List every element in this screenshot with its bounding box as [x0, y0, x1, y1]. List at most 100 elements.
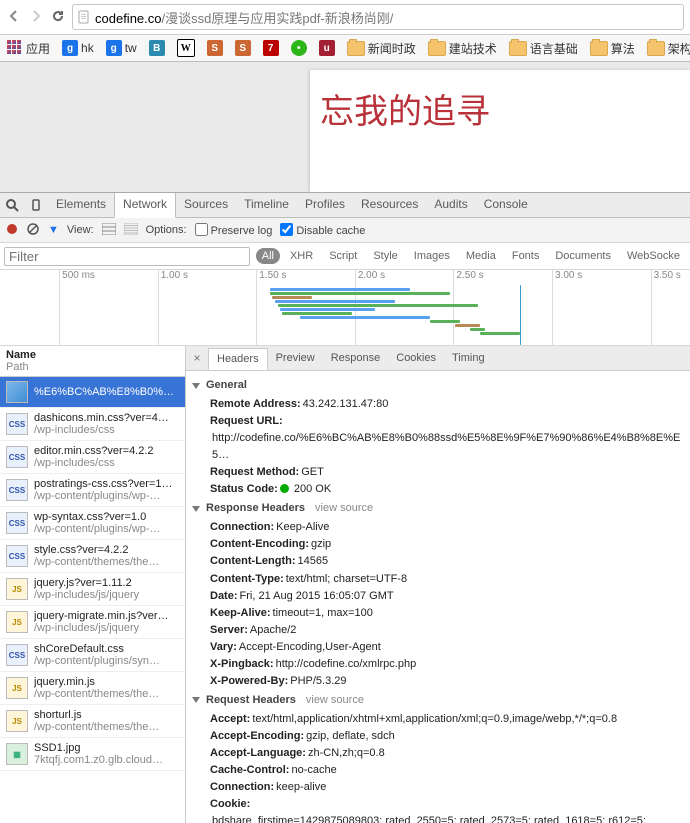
bookmark-item[interactable]: 建站技术 [425, 39, 500, 58]
devtools-tab-audits[interactable]: Audits [426, 193, 475, 217]
bookmark-item[interactable]: 架构设计 [644, 39, 690, 58]
header-key: Content-Encoding: [210, 536, 309, 553]
ruler-tick: 3.50 s [651, 270, 681, 345]
filter-websocke[interactable]: WebSocke [621, 248, 686, 264]
record-button[interactable] [6, 223, 18, 238]
filter-images[interactable]: Images [408, 248, 456, 264]
request-row[interactable]: CSSpostratings-css.css?ver=1…/wp-content… [0, 474, 185, 507]
bookmark-label: 语言基础 [530, 40, 578, 57]
file-type-icon: ▦ [6, 743, 28, 765]
bookmark-item[interactable]: gtw [103, 39, 140, 57]
request-path: /wp-includes/css [34, 424, 169, 436]
bookmark-item[interactable]: S [232, 39, 254, 57]
filter-fonts[interactable]: Fonts [506, 248, 546, 264]
bookmark-item[interactable]: 新闻时政 [344, 39, 419, 58]
address-bar[interactable]: codefine.co/漫谈ssd原理与应用实践pdf-新浪杨尚刚/ [72, 4, 684, 30]
request-path: 7ktqfj.com1.z0.glb.cloud… [34, 754, 163, 766]
section-header[interactable]: Response Headersview source [192, 500, 684, 517]
network-filter-bar: AllXHRScriptStyle ImagesMediaFontsDocumen… [0, 243, 690, 270]
bookmark-item[interactable]: W [174, 38, 198, 58]
devtools-tab-timeline[interactable]: Timeline [236, 193, 297, 217]
header-key: Accept-Encoding: [210, 728, 304, 745]
search-icon[interactable] [0, 193, 24, 217]
header-key: Content-Type: [210, 571, 284, 588]
header-key: Status Code: [210, 481, 278, 498]
bookmark-item[interactable]: 语言基础 [506, 39, 581, 58]
detail-tab-timing[interactable]: Timing [444, 348, 493, 368]
disable-cache-checkbox[interactable]: Disable cache [280, 223, 365, 237]
header-value: text/html; charset=UTF-8 [286, 571, 407, 588]
network-toolbar: ▼ View: Options: Preserve log Disable ca… [0, 218, 690, 243]
bookmark-item[interactable]: 算法 [587, 39, 638, 58]
ruler-tick: 500 ms [59, 270, 95, 345]
bookmark-label: hk [81, 41, 94, 55]
request-row[interactable]: JSjquery.js?ver=1.11.2/wp-includes/js/jq… [0, 573, 185, 606]
request-name: jquery-migrate.min.js?ver… [34, 610, 168, 622]
request-name: style.css?ver=4.2.2 [34, 544, 159, 556]
bookmark-item[interactable]: 应用 [4, 39, 53, 58]
section-header[interactable]: Request Headersview source [192, 692, 684, 709]
devtools-tab-sources[interactable]: Sources [176, 193, 236, 217]
devtools-tab-network[interactable]: Network [114, 193, 176, 218]
detail-tab-response[interactable]: Response [323, 348, 389, 368]
request-row[interactable]: ▦SSD1.jpg7ktqfj.com1.z0.glb.cloud… [0, 738, 185, 771]
header-value: no-cache [291, 762, 336, 779]
bookmark-icon: g [106, 40, 122, 56]
request-row[interactable]: CSSstyle.css?ver=4.2.2/wp-content/themes… [0, 540, 185, 573]
waterfall-bar [280, 308, 375, 311]
filter-all[interactable]: All [256, 248, 280, 264]
forward-button[interactable] [28, 8, 44, 27]
filter-script[interactable]: Script [323, 248, 363, 264]
device-icon[interactable] [24, 193, 48, 217]
view-large-icon[interactable] [102, 223, 116, 238]
request-row[interactable]: %E6%BC%AB%E8%B0%8… [0, 377, 185, 408]
clear-button[interactable] [26, 222, 40, 239]
filter-input[interactable] [4, 247, 250, 266]
preserve-log-checkbox[interactable]: Preserve log [195, 223, 273, 237]
devtools-tab-elements[interactable]: Elements [48, 193, 114, 217]
filter-style[interactable]: Style [367, 248, 403, 264]
request-path: /wp-content/themes/the… [34, 556, 159, 568]
bookmark-item[interactable]: ghk [59, 39, 97, 57]
detail-tab-preview[interactable]: Preview [268, 348, 323, 368]
network-overview[interactable]: 500 ms1.00 s1.50 s2.00 s2.50 s3.00 s3.50… [0, 270, 690, 346]
close-details-button[interactable]: × [186, 351, 208, 365]
section-header[interactable]: General [192, 377, 684, 394]
bookmark-item[interactable]: B [146, 39, 168, 57]
header-row: Accept-Language: zh-CN,zh;q=0.8 [210, 745, 684, 762]
file-type-icon: JS [6, 677, 28, 699]
request-row[interactable]: CSSwp-syntax.css?ver=1.0/wp-content/plug… [0, 507, 185, 540]
bookmark-item[interactable]: S [204, 39, 226, 57]
filter-media[interactable]: Media [460, 248, 502, 264]
back-button[interactable] [6, 8, 22, 27]
request-row[interactable]: JSshorturl.js/wp-content/themes/the… [0, 705, 185, 738]
filter-xhr[interactable]: XHR [284, 248, 319, 264]
detail-tab-cookies[interactable]: Cookies [388, 348, 444, 368]
header-value: gzip, deflate, sdch [306, 728, 395, 745]
devtools-tab-profiles[interactable]: Profiles [297, 193, 353, 217]
devtools-tab-resources[interactable]: Resources [353, 193, 426, 217]
view-small-icon[interactable] [124, 223, 138, 238]
request-row[interactable]: CSSeditor.min.css?ver=4.2.2/wp-includes/… [0, 441, 185, 474]
request-row[interactable]: JSjquery.min.js/wp-content/themes/the… [0, 672, 185, 705]
request-row[interactable]: JSjquery-migrate.min.js?ver…/wp-includes… [0, 606, 185, 639]
detail-tab-headers[interactable]: Headers [208, 348, 268, 370]
filter-documents[interactable]: Documents [549, 248, 617, 264]
view-source-link[interactable]: view source [306, 692, 364, 709]
bookmark-item[interactable]: u [316, 39, 338, 57]
devtools-tab-console[interactable]: Console [476, 193, 536, 217]
reload-button[interactable] [50, 8, 66, 27]
header-value: 200 OK [280, 481, 331, 498]
view-source-link[interactable]: view source [315, 500, 373, 517]
bookmark-icon: W [177, 39, 195, 57]
request-name: shCoreDefault.css [34, 643, 160, 655]
request-name: shorturl.js [34, 709, 159, 721]
bookmark-item[interactable]: • [288, 39, 310, 57]
request-row[interactable]: CSSshCoreDefault.css/wp-content/plugins/… [0, 639, 185, 672]
request-row[interactable]: CSSdashicons.min.css?ver=4…/wp-includes/… [0, 408, 185, 441]
header-value: http://codefine.co/xmlrpc.php [276, 656, 417, 673]
filter-icon[interactable]: ▼ [48, 224, 59, 236]
header-row: Connection: Keep-Alive [210, 519, 684, 536]
bookmark-item[interactable]: 7 [260, 39, 282, 57]
devtools-tabs: ElementsNetworkSourcesTimelineProfilesRe… [0, 192, 690, 218]
